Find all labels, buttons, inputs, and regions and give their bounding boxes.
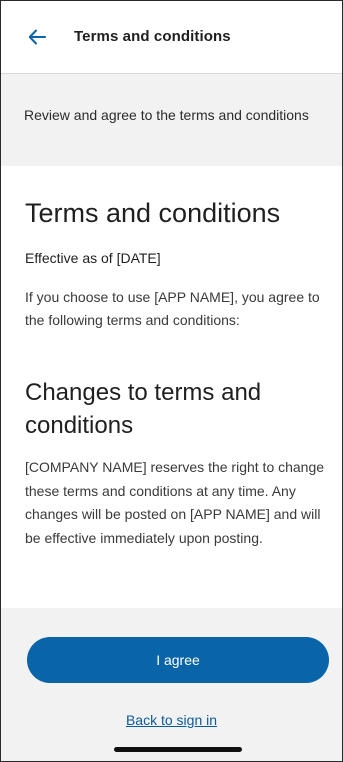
app-screen: Terms and conditions Review and agree to… bbox=[0, 0, 343, 762]
top-app-bar: Terms and conditions bbox=[1, 1, 342, 74]
intro-text: Review and agree to the terms and condit… bbox=[24, 107, 309, 123]
agree-button[interactable]: I agree bbox=[27, 637, 329, 683]
back-to-sign-in-link[interactable]: Back to sign in bbox=[1, 712, 342, 728]
back-button[interactable] bbox=[23, 23, 51, 51]
arrow-left-icon bbox=[28, 29, 46, 45]
page-title: Terms and conditions bbox=[74, 28, 231, 45]
action-footer: I agree Back to sign in bbox=[1, 608, 342, 761]
changes-paragraph: [COMPANY NAME] reserves the right to cha… bbox=[25, 459, 325, 546]
home-indicator[interactable] bbox=[114, 747, 242, 752]
intro-paragraph: If you choose to use [APP NAME], you agr… bbox=[25, 289, 320, 328]
effective-date: Effective as of [DATE] bbox=[25, 250, 161, 266]
changes-heading: Changes to terms and conditions bbox=[25, 379, 262, 439]
terms-content: Terms and conditions Effective as of [DA… bbox=[1, 166, 342, 608]
terms-heading: Terms and conditions bbox=[25, 198, 281, 228]
intro-banner: Review and agree to the terms and condit… bbox=[1, 74, 342, 166]
